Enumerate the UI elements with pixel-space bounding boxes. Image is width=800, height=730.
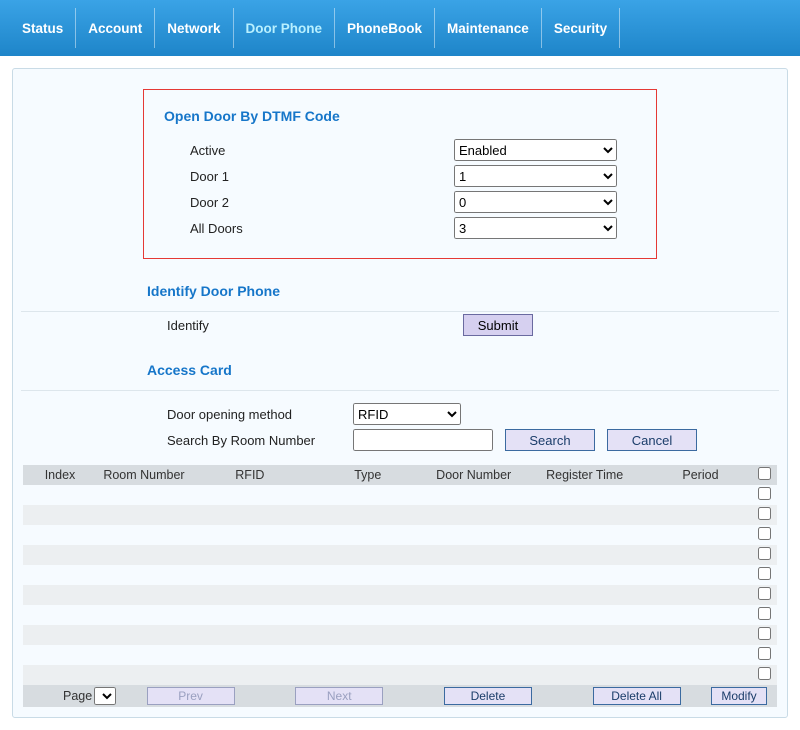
pagination-bar: Page Prev Next Delete Delete All Modify — [23, 685, 777, 707]
row-checkbox[interactable] — [758, 667, 771, 680]
identify-section-title: Identify Door Phone — [13, 269, 787, 307]
table-row — [23, 525, 777, 545]
table-row — [23, 665, 777, 685]
nav-security[interactable]: Security — [542, 0, 619, 56]
identify-submit-button[interactable]: Submit — [463, 314, 533, 336]
search-button[interactable]: Search — [505, 429, 595, 451]
row-checkbox[interactable] — [758, 587, 771, 600]
active-label: Active — [164, 143, 454, 158]
door-opening-method-label: Door opening method — [13, 407, 353, 422]
col-index: Index — [23, 465, 97, 485]
nav-network[interactable]: Network — [155, 0, 232, 56]
table-row — [23, 505, 777, 525]
page-label: Page — [23, 689, 94, 703]
col-select-all — [752, 465, 777, 485]
active-select[interactable]: Enabled — [454, 139, 617, 161]
col-room: Room Number — [97, 465, 191, 485]
row-checkbox[interactable] — [758, 607, 771, 620]
nav-status[interactable]: Status — [10, 0, 75, 56]
page-select[interactable] — [94, 687, 116, 705]
row-checkbox[interactable] — [758, 547, 771, 560]
table-row — [23, 585, 777, 605]
row-checkbox[interactable] — [758, 647, 771, 660]
door-opening-method-select[interactable]: RFID — [353, 403, 461, 425]
col-type: Type — [309, 465, 427, 485]
top-nav: Status Account Network Door Phone PhoneB… — [0, 0, 800, 56]
table-row — [23, 485, 777, 505]
row-checkbox[interactable] — [758, 507, 771, 520]
content-panel: Open Door By DTMF Code Active Enabled Do… — [12, 68, 788, 718]
alldoors-select[interactable]: 3 — [454, 217, 617, 239]
row-checkbox[interactable] — [758, 627, 771, 640]
table-row — [23, 625, 777, 645]
search-room-input[interactable] — [353, 429, 493, 451]
row-checkbox[interactable] — [758, 527, 771, 540]
cancel-button[interactable]: Cancel — [607, 429, 697, 451]
table-row — [23, 645, 777, 665]
row-checkbox[interactable] — [758, 487, 771, 500]
select-all-checkbox[interactable] — [758, 467, 771, 480]
access-card-section-title: Access Card — [13, 348, 787, 386]
row-checkbox[interactable] — [758, 567, 771, 580]
alldoors-label: All Doors — [164, 221, 454, 236]
col-register: Register Time — [521, 465, 649, 485]
dtmf-highlight-box: Open Door By DTMF Code Active Enabled Do… — [143, 89, 657, 259]
door2-select[interactable]: 0 — [454, 191, 617, 213]
modify-button[interactable]: Modify — [711, 687, 767, 705]
nav-maintenance[interactable]: Maintenance — [435, 0, 541, 56]
col-door: Door Number — [427, 465, 521, 485]
col-rfid: RFID — [191, 465, 309, 485]
col-period: Period — [649, 465, 752, 485]
delete-button[interactable]: Delete — [444, 687, 532, 705]
table-row — [23, 565, 777, 585]
access-card-table: Index Room Number RFID Type Door Number … — [23, 465, 777, 685]
prev-button[interactable]: Prev — [147, 687, 235, 705]
door1-select[interactable]: 1 — [454, 165, 617, 187]
identify-label: Identify — [13, 318, 353, 333]
dtmf-section-title: Open Door By DTMF Code — [164, 102, 636, 136]
delete-all-button[interactable]: Delete All — [593, 687, 681, 705]
search-room-label: Search By Room Number — [13, 433, 353, 448]
door2-label: Door 2 — [164, 195, 454, 210]
next-button[interactable]: Next — [295, 687, 383, 705]
nav-phonebook[interactable]: PhoneBook — [335, 0, 434, 56]
door1-label: Door 1 — [164, 169, 454, 184]
nav-account[interactable]: Account — [76, 0, 154, 56]
table-row — [23, 545, 777, 565]
nav-door-phone[interactable]: Door Phone — [234, 0, 335, 56]
table-row — [23, 605, 777, 625]
